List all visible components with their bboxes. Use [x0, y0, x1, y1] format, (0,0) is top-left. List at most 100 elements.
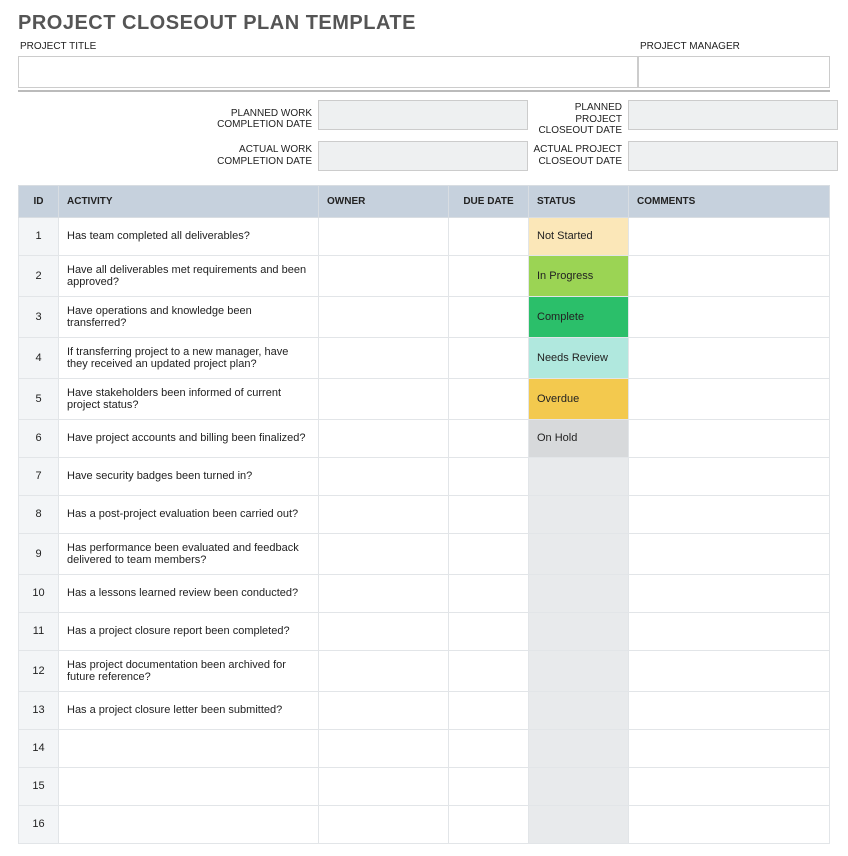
- cell-owner[interactable]: [319, 378, 449, 419]
- cell-status[interactable]: [529, 767, 629, 805]
- cell-activity[interactable]: Have security badges been turned in?: [59, 457, 319, 495]
- cell-activity[interactable]: Have operations and knowledge been trans…: [59, 296, 319, 337]
- cell-owner[interactable]: [319, 612, 449, 650]
- cell-activity[interactable]: Has a project closure letter been submit…: [59, 691, 319, 729]
- cell-id[interactable]: 13: [19, 691, 59, 729]
- cell-due[interactable]: [449, 457, 529, 495]
- cell-activity[interactable]: [59, 805, 319, 843]
- cell-due[interactable]: [449, 805, 529, 843]
- cell-status[interactable]: Not Started: [529, 217, 629, 255]
- cell-owner[interactable]: [319, 296, 449, 337]
- cell-comments[interactable]: [629, 495, 830, 533]
- cell-id[interactable]: 9: [19, 533, 59, 574]
- cell-status[interactable]: [529, 805, 629, 843]
- project-title-input[interactable]: [18, 56, 638, 88]
- cell-due[interactable]: [449, 650, 529, 691]
- cell-due[interactable]: [449, 612, 529, 650]
- cell-id[interactable]: 14: [19, 729, 59, 767]
- cell-id[interactable]: 15: [19, 767, 59, 805]
- cell-due[interactable]: [449, 217, 529, 255]
- cell-id[interactable]: 3: [19, 296, 59, 337]
- cell-due[interactable]: [449, 419, 529, 457]
- cell-comments[interactable]: [629, 378, 830, 419]
- planned-project-input[interactable]: [628, 100, 838, 130]
- cell-id[interactable]: 6: [19, 419, 59, 457]
- cell-status[interactable]: Needs Review: [529, 337, 629, 378]
- cell-owner[interactable]: [319, 337, 449, 378]
- cell-status[interactable]: [529, 533, 629, 574]
- cell-due[interactable]: [449, 255, 529, 296]
- cell-activity[interactable]: [59, 729, 319, 767]
- cell-activity[interactable]: Has team completed all deliverables?: [59, 217, 319, 255]
- cell-id[interactable]: 4: [19, 337, 59, 378]
- cell-comments[interactable]: [629, 337, 830, 378]
- cell-comments[interactable]: [629, 255, 830, 296]
- cell-owner[interactable]: [319, 495, 449, 533]
- cell-status[interactable]: On Hold: [529, 419, 629, 457]
- cell-comments[interactable]: [629, 217, 830, 255]
- cell-status[interactable]: [529, 729, 629, 767]
- actual-project-input[interactable]: [628, 141, 838, 171]
- cell-status[interactable]: In Progress: [529, 255, 629, 296]
- cell-due[interactable]: [449, 574, 529, 612]
- cell-owner[interactable]: [319, 574, 449, 612]
- cell-id[interactable]: 8: [19, 495, 59, 533]
- cell-due[interactable]: [449, 767, 529, 805]
- cell-id[interactable]: 12: [19, 650, 59, 691]
- cell-due[interactable]: [449, 691, 529, 729]
- cell-status[interactable]: [529, 650, 629, 691]
- actual-work-input[interactable]: [318, 141, 528, 171]
- cell-status[interactable]: Overdue: [529, 378, 629, 419]
- cell-comments[interactable]: [629, 533, 830, 574]
- cell-id[interactable]: 5: [19, 378, 59, 419]
- cell-owner[interactable]: [319, 805, 449, 843]
- cell-due[interactable]: [449, 533, 529, 574]
- cell-owner[interactable]: [319, 650, 449, 691]
- cell-owner[interactable]: [319, 729, 449, 767]
- cell-due[interactable]: [449, 337, 529, 378]
- cell-activity[interactable]: Has a lessons learned review been conduc…: [59, 574, 319, 612]
- cell-owner[interactable]: [319, 457, 449, 495]
- cell-comments[interactable]: [629, 691, 830, 729]
- cell-id[interactable]: 16: [19, 805, 59, 843]
- cell-activity[interactable]: Has a project closure report been comple…: [59, 612, 319, 650]
- cell-comments[interactable]: [629, 574, 830, 612]
- cell-owner[interactable]: [319, 217, 449, 255]
- cell-comments[interactable]: [629, 729, 830, 767]
- cell-activity[interactable]: Has project documentation been archived …: [59, 650, 319, 691]
- cell-comments[interactable]: [629, 296, 830, 337]
- cell-due[interactable]: [449, 495, 529, 533]
- cell-status[interactable]: [529, 495, 629, 533]
- cell-comments[interactable]: [629, 650, 830, 691]
- cell-owner[interactable]: [319, 255, 449, 296]
- cell-owner[interactable]: [319, 767, 449, 805]
- cell-id[interactable]: 1: [19, 217, 59, 255]
- cell-owner[interactable]: [319, 691, 449, 729]
- cell-status[interactable]: Complete: [529, 296, 629, 337]
- cell-owner[interactable]: [319, 533, 449, 574]
- cell-activity[interactable]: Have all deliverables met requirements a…: [59, 255, 319, 296]
- cell-owner[interactable]: [319, 419, 449, 457]
- cell-due[interactable]: [449, 729, 529, 767]
- cell-due[interactable]: [449, 296, 529, 337]
- cell-status[interactable]: [529, 612, 629, 650]
- cell-id[interactable]: 2: [19, 255, 59, 296]
- cell-comments[interactable]: [629, 419, 830, 457]
- cell-status[interactable]: [529, 457, 629, 495]
- cell-activity[interactable]: Have stakeholders been informed of curre…: [59, 378, 319, 419]
- cell-id[interactable]: 11: [19, 612, 59, 650]
- cell-comments[interactable]: [629, 767, 830, 805]
- cell-id[interactable]: 10: [19, 574, 59, 612]
- cell-status[interactable]: [529, 574, 629, 612]
- planned-work-input[interactable]: [318, 100, 528, 130]
- cell-comments[interactable]: [629, 612, 830, 650]
- cell-status[interactable]: [529, 691, 629, 729]
- cell-activity[interactable]: Have project accounts and billing been f…: [59, 419, 319, 457]
- cell-activity[interactable]: [59, 767, 319, 805]
- project-manager-input[interactable]: [638, 56, 830, 88]
- cell-activity[interactable]: If transferring project to a new manager…: [59, 337, 319, 378]
- cell-comments[interactable]: [629, 805, 830, 843]
- cell-due[interactable]: [449, 378, 529, 419]
- cell-id[interactable]: 7: [19, 457, 59, 495]
- cell-comments[interactable]: [629, 457, 830, 495]
